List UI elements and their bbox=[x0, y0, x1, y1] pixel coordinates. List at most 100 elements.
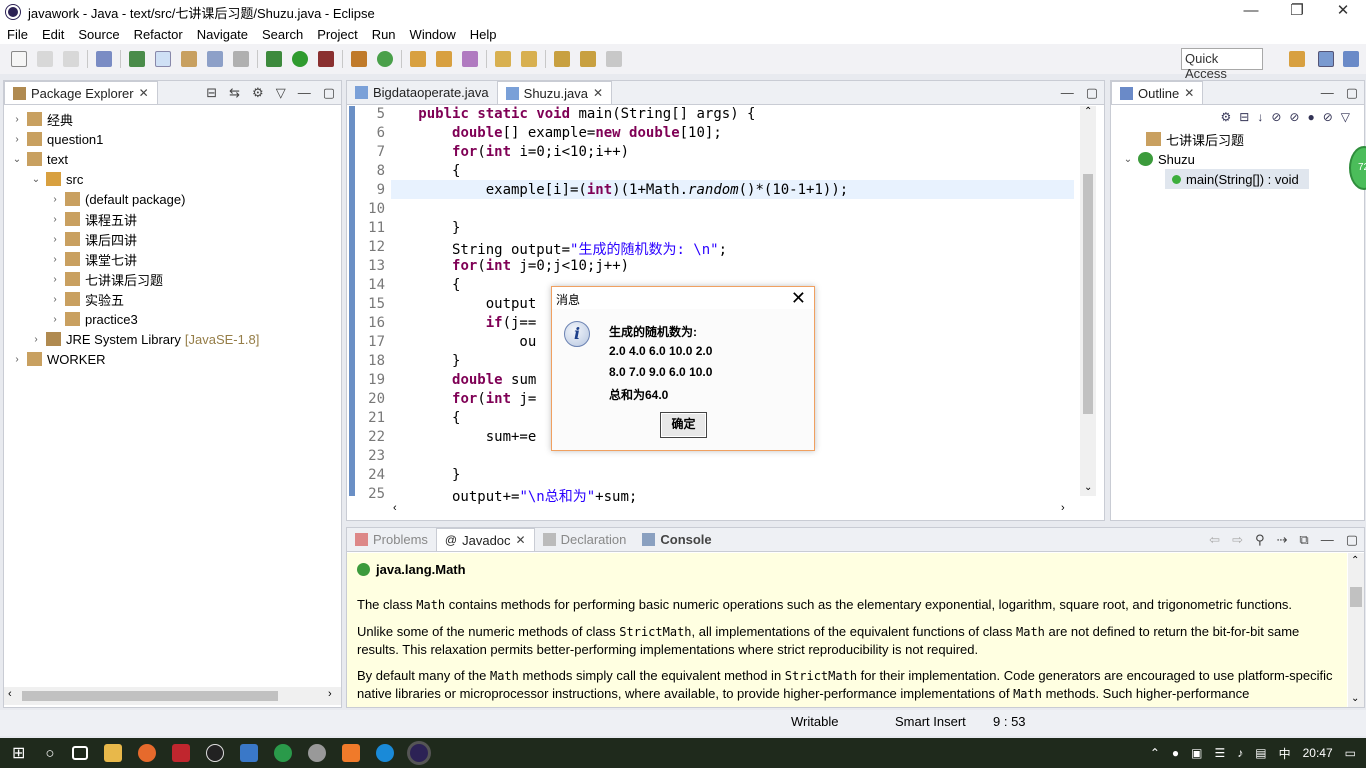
scroll-thumb[interactable] bbox=[1350, 587, 1362, 607]
collapse-all-icon[interactable]: ⊟ bbox=[1239, 110, 1249, 124]
app-icon[interactable] bbox=[274, 744, 293, 762]
new-class-icon[interactable] bbox=[377, 51, 393, 67]
speaker-icon[interactable]: ♪ bbox=[1237, 746, 1243, 760]
link-with-selection-icon[interactable]: ⚲ bbox=[1255, 532, 1265, 548]
chevron-up-icon[interactable]: ⌃ bbox=[1150, 746, 1160, 760]
action-center-icon[interactable]: ▭ bbox=[1345, 746, 1356, 760]
search-icon[interactable] bbox=[462, 51, 478, 67]
minimize-view-icon[interactable]: — bbox=[298, 85, 311, 101]
search-icon[interactable]: ○ bbox=[45, 745, 54, 762]
tree-item[interactable]: › 课后四讲 bbox=[4, 229, 341, 249]
maximize-view-icon[interactable]: ▢ bbox=[1086, 85, 1098, 101]
chevron-right-icon[interactable]: › bbox=[10, 114, 24, 125]
tree-item[interactable]: › 课程五讲 bbox=[4, 209, 341, 229]
dialog-close-button[interactable]: ✕ bbox=[791, 288, 806, 309]
next-annotation-icon[interactable] bbox=[495, 51, 511, 67]
tab-package-explorer[interactable]: Package Explorer ✕ bbox=[4, 81, 158, 104]
hide-static-icon[interactable]: ⊘ bbox=[1289, 110, 1299, 124]
hide-local-types-icon[interactable]: ⊘ bbox=[1323, 110, 1333, 124]
restore-button[interactable]: ❐ bbox=[1274, 0, 1320, 24]
sort-icon[interactable]: ↓ bbox=[1257, 110, 1263, 124]
chevron-right-icon[interactable]: › bbox=[48, 234, 62, 245]
scroll-up-icon[interactable]: ⌃ bbox=[1084, 106, 1092, 117]
app-icon[interactable] bbox=[376, 744, 395, 762]
chevron-right-icon[interactable]: › bbox=[48, 214, 62, 225]
tray-app-icon[interactable]: ▣ bbox=[1191, 746, 1202, 760]
scroll-right-icon[interactable]: › bbox=[1061, 502, 1065, 514]
skip-breakpoints-icon[interactable] bbox=[96, 51, 112, 67]
maximize-view-icon[interactable]: ▢ bbox=[323, 85, 335, 101]
close-icon[interactable]: ✕ bbox=[139, 86, 149, 100]
scroll-thumb[interactable] bbox=[22, 691, 278, 701]
outline-item-package[interactable]: 七讲课后习题 bbox=[1111, 129, 1364, 149]
minimize-button[interactable]: — bbox=[1228, 0, 1274, 24]
chevron-down-icon[interactable]: ⌄ bbox=[10, 154, 24, 165]
outline-item-class[interactable]: ⌄ Shuzu bbox=[1111, 149, 1364, 169]
menu-project[interactable]: Project bbox=[310, 27, 364, 42]
run-icon[interactable] bbox=[292, 51, 308, 67]
hide-fields-icon[interactable]: ⊘ bbox=[1271, 110, 1281, 124]
new-icon[interactable] bbox=[11, 51, 27, 67]
file-explorer-icon[interactable] bbox=[104, 744, 123, 762]
chevron-right-icon[interactable]: › bbox=[48, 314, 62, 325]
chevron-down-icon[interactable]: ⌄ bbox=[1121, 154, 1135, 165]
tree-item[interactable]: › practice3 bbox=[4, 309, 341, 329]
open-perspective-icon[interactable] bbox=[1289, 51, 1305, 67]
tree-item[interactable]: › 经典 bbox=[4, 109, 341, 129]
menu-search[interactable]: Search bbox=[255, 27, 310, 42]
quick-access-input[interactable]: Quick Access bbox=[1181, 48, 1263, 81]
show-whitespace-icon[interactable] bbox=[207, 51, 223, 67]
debug-perspective-icon[interactable] bbox=[1343, 51, 1359, 67]
ok-button[interactable]: 确定 bbox=[660, 412, 707, 438]
app-icon[interactable] bbox=[240, 744, 259, 762]
minimize-view-icon[interactable]: — bbox=[1321, 85, 1334, 101]
tree-item[interactable]: ⌄ src bbox=[4, 169, 341, 189]
chevron-right-icon[interactable]: › bbox=[10, 134, 24, 145]
menu-window[interactable]: Window bbox=[403, 27, 463, 42]
minimize-view-icon[interactable]: — bbox=[1321, 532, 1334, 548]
eclipse-taskbar-icon[interactable] bbox=[410, 744, 429, 762]
back-icon[interactable] bbox=[580, 51, 596, 67]
previous-annotation-icon[interactable] bbox=[521, 51, 537, 67]
scroll-up-icon[interactable]: ⌃ bbox=[1351, 555, 1359, 566]
scroll-thumb[interactable] bbox=[1083, 174, 1093, 414]
chevron-right-icon[interactable]: › bbox=[48, 294, 62, 305]
link-with-editor-icon[interactable]: ⇆ bbox=[229, 85, 240, 101]
scroll-down-icon[interactable]: ⌄ bbox=[1084, 482, 1092, 493]
external-tools-icon[interactable] bbox=[318, 51, 334, 67]
tree-item[interactable]: › JRE System Library [JavaSE-1.8] bbox=[4, 329, 341, 349]
collapse-all-icon[interactable]: ⊟ bbox=[206, 85, 217, 101]
tab-console[interactable]: Console bbox=[634, 528, 719, 551]
close-icon[interactable]: ✕ bbox=[516, 533, 526, 547]
open-declaration-icon[interactable]: ⧉ bbox=[1299, 532, 1308, 548]
menu-edit[interactable]: Edit bbox=[35, 27, 71, 42]
tree-item[interactable]: › 课堂七讲 bbox=[4, 249, 341, 269]
app-icon[interactable] bbox=[172, 744, 191, 762]
open-attached-javadoc-icon[interactable]: ⇢ bbox=[1277, 532, 1288, 548]
toggle-mark-occurrences-icon[interactable] bbox=[155, 51, 171, 67]
save-icon[interactable] bbox=[37, 51, 53, 67]
chevron-right-icon[interactable]: › bbox=[48, 254, 62, 265]
view-menu-icon[interactable]: ▽ bbox=[1341, 110, 1350, 124]
scroll-right-icon[interactable]: › bbox=[328, 688, 332, 700]
editor-vertical-scrollbar[interactable]: ⌃ ⌄ bbox=[1080, 106, 1096, 496]
open-type-icon[interactable] bbox=[410, 51, 426, 67]
tree-item[interactable]: › question1 bbox=[4, 129, 341, 149]
tab-bigdataoperate[interactable]: Bigdataoperate.java bbox=[347, 81, 497, 104]
menu-help[interactable]: Help bbox=[463, 27, 504, 42]
qq-tray-icon[interactable]: ● bbox=[1172, 746, 1179, 760]
java-perspective-icon[interactable] bbox=[1318, 51, 1334, 67]
forward-icon[interactable]: ⇨ bbox=[1232, 532, 1243, 548]
menu-file[interactable]: File bbox=[0, 27, 35, 42]
chevron-right-icon[interactable]: › bbox=[10, 354, 24, 365]
maximize-view-icon[interactable]: ▢ bbox=[1346, 532, 1358, 548]
qq-icon[interactable] bbox=[206, 744, 225, 762]
tab-outline[interactable]: Outline ✕ bbox=[1111, 81, 1204, 104]
firefox-icon[interactable] bbox=[138, 744, 157, 762]
toggle-block-selection-icon[interactable] bbox=[181, 51, 197, 67]
filters-icon[interactable]: ⚙ bbox=[252, 85, 264, 101]
open-task-icon[interactable] bbox=[436, 51, 452, 67]
focus-icon[interactable]: ⚙ bbox=[1221, 110, 1232, 124]
debug-icon[interactable] bbox=[266, 51, 282, 67]
last-edit-location-icon[interactable] bbox=[554, 51, 570, 67]
